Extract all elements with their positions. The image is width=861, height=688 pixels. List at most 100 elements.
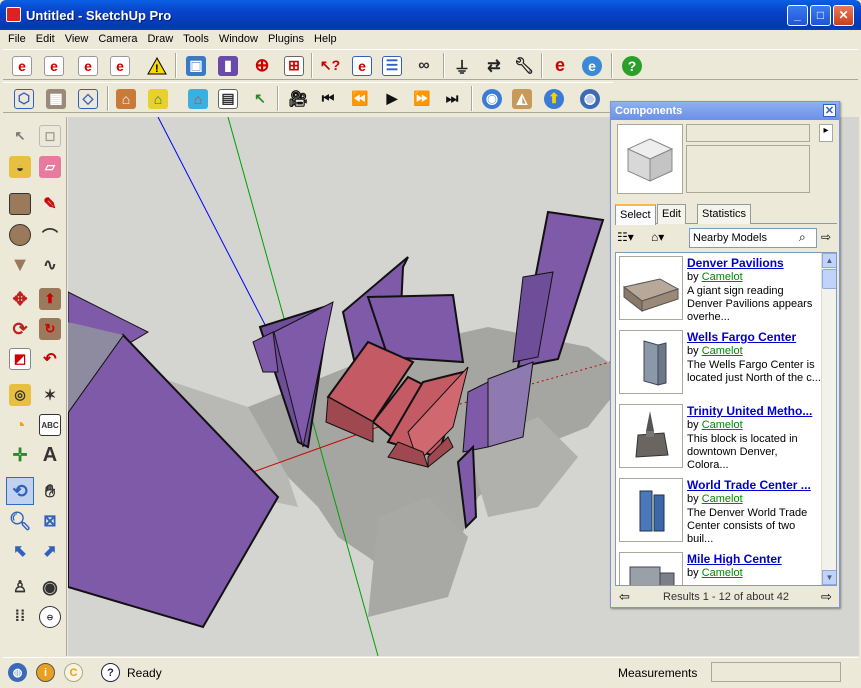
circle-tool[interactable] [6, 221, 34, 249]
warning-button[interactable]: ! [144, 53, 170, 78]
search-button[interactable]: ⌕ [799, 230, 806, 245]
zoom-tool[interactable]: 🔍︎ [6, 507, 34, 535]
text-tool[interactable]: ABC [36, 411, 64, 439]
author-link[interactable]: Camelot [702, 567, 743, 579]
list-item[interactable]: Denver Pavilions by Camelot A giant sign… [616, 253, 822, 327]
scroll-down-button[interactable]: ▼ [822, 570, 836, 585]
orbit-tool[interactable]: ⟲ [6, 477, 34, 505]
previous-view-tool[interactable]: ⬉ [6, 537, 34, 565]
share-model-button[interactable]: ◭ [509, 86, 535, 111]
menu-edit[interactable]: Edit [31, 30, 60, 45]
arrows-button[interactable]: ⇄ [481, 53, 507, 78]
author-link[interactable]: Camelot [702, 345, 743, 357]
prev-scene-button[interactable]: ⏪ [347, 86, 373, 111]
polygon-tool[interactable]: ▼ [6, 251, 34, 279]
select-help-button[interactable]: ↖? [317, 53, 343, 78]
zoom-extents-tool[interactable]: ⬈ [36, 537, 64, 565]
earth-button[interactable]: ◍ [577, 86, 603, 111]
results-scrollbar[interactable]: ▲ ▼ [821, 253, 836, 585]
offset-tool[interactable]: ↶ [36, 345, 64, 373]
last-scene-button[interactable]: ⏭ [439, 86, 465, 111]
author-link[interactable]: Camelot [702, 493, 743, 505]
axes-tool[interactable]: ✛ [6, 441, 34, 469]
menu-file[interactable]: File [3, 30, 31, 45]
search-input[interactable]: Nearby Models [689, 228, 817, 248]
iso-view-button[interactable]: ⬡ [11, 86, 37, 111]
ie-e-button[interactable]: e [547, 53, 573, 78]
author-link[interactable]: Camelot [702, 271, 743, 283]
tab-select[interactable]: Select [615, 204, 656, 225]
help-button[interactable]: ? [619, 53, 645, 78]
freehand-tool[interactable]: ∿ [36, 251, 64, 279]
ie-button[interactable]: e [9, 53, 35, 78]
top-view-button[interactable]: ▦ [43, 86, 69, 111]
3d-text-tool[interactable]: A [36, 441, 64, 469]
front-view-button[interactable]: ◇ [75, 86, 101, 111]
list-item[interactable]: Mile High Center by Camelot [616, 549, 822, 585]
result-title[interactable]: Denver Pavilions [687, 256, 784, 270]
component-button[interactable]: ▣ [183, 53, 209, 78]
scale-tool[interactable]: ◩ [6, 345, 34, 373]
list-item[interactable]: World Trade Center ... by Camelot The De… [616, 475, 822, 549]
play-button[interactable]: ▶ [379, 86, 405, 111]
position-camera-tool[interactable]: ♙ [6, 573, 34, 601]
components-close-button[interactable]: ✕ [823, 104, 836, 117]
menu-help[interactable]: Help [309, 30, 342, 45]
menu-draw[interactable]: Draw [142, 30, 178, 45]
follow-me-tool[interactable]: ↻ [36, 315, 64, 343]
cursor-color-button[interactable]: ↖ [247, 86, 273, 111]
pan-tool[interactable]: ✋︎ [36, 477, 64, 505]
next-scene-button[interactable]: ⏩ [409, 86, 435, 111]
house-color-button[interactable]: ⌂ [185, 86, 211, 111]
maximize-button[interactable]: □ [810, 5, 831, 26]
binoculars-button[interactable]: ∞ [411, 53, 437, 78]
result-title[interactable]: Mile High Center [687, 552, 782, 566]
plug-button[interactable]: ⏚ [449, 53, 475, 78]
ie-button[interactable]: e [75, 53, 101, 78]
dimension-tool[interactable]: ✶ [36, 381, 64, 409]
look-around-tool[interactable]: ◉ [36, 573, 64, 601]
ie-window-button[interactable]: e [349, 53, 375, 78]
help-icon[interactable]: ? [101, 663, 120, 682]
menu-view[interactable]: View [60, 30, 94, 45]
home-button[interactable]: ⌂▾ [651, 230, 664, 244]
move-tool[interactable]: ✥ [6, 285, 34, 313]
table-button[interactable]: ▤ [215, 86, 241, 111]
ie-button[interactable]: e [107, 53, 133, 78]
line-tool[interactable]: ✎ [36, 190, 64, 218]
result-title[interactable]: Trinity United Metho... [687, 404, 812, 418]
list-item[interactable]: Wells Fargo Center by Camelot The Wells … [616, 327, 822, 401]
ie-globe-button[interactable]: e [579, 53, 605, 78]
tape-measure-tool[interactable]: ◎ [6, 381, 34, 409]
section-plane-tool[interactable]: ⊖ [36, 603, 64, 631]
camera-button[interactable]: 🎥︎ [285, 86, 311, 111]
paint-bucket-tool[interactable]: ◒ [6, 153, 34, 181]
upload-button[interactable]: ⬆ [541, 86, 567, 111]
component-button[interactable]: ▮ [215, 53, 241, 78]
menu-plugins[interactable]: Plugins [263, 30, 309, 45]
scroll-up-button[interactable]: ▲ [822, 253, 836, 268]
measurements-field[interactable] [711, 662, 841, 682]
ie-button[interactable]: e [41, 53, 67, 78]
first-scene-button[interactable]: ⏮ [315, 86, 341, 111]
menu-window[interactable]: Window [214, 30, 263, 45]
push-pull-tool[interactable]: ⬆ [36, 285, 64, 313]
tab-edit[interactable]: Edit [657, 204, 686, 224]
window-button[interactable]: ☰ [379, 53, 405, 78]
select-tool[interactable]: ↖ [6, 122, 34, 150]
arc-tool[interactable]: ⌒ [36, 221, 64, 249]
user-icon[interactable]: C [64, 663, 83, 682]
tab-statistics[interactable]: Statistics [697, 204, 752, 224]
walk-tool[interactable]: ⁞⁞ [6, 603, 34, 631]
author-link[interactable]: Camelot [702, 419, 743, 431]
result-title[interactable]: World Trade Center ... [687, 478, 811, 492]
result-title[interactable]: Wells Fargo Center [687, 330, 796, 344]
forward-button[interactable]: ⇨ [821, 230, 831, 244]
house-button[interactable]: ⌂ [113, 86, 139, 111]
details-button[interactable]: ▸ [819, 124, 833, 142]
rotate-tool[interactable]: ⟳ [6, 315, 34, 343]
get-models-button[interactable]: ◉ [479, 86, 505, 111]
menu-camera[interactable]: Camera [93, 30, 142, 45]
list-item[interactable]: Trinity United Metho... by Camelot This … [616, 401, 822, 475]
credits-icon[interactable]: i [36, 663, 55, 682]
